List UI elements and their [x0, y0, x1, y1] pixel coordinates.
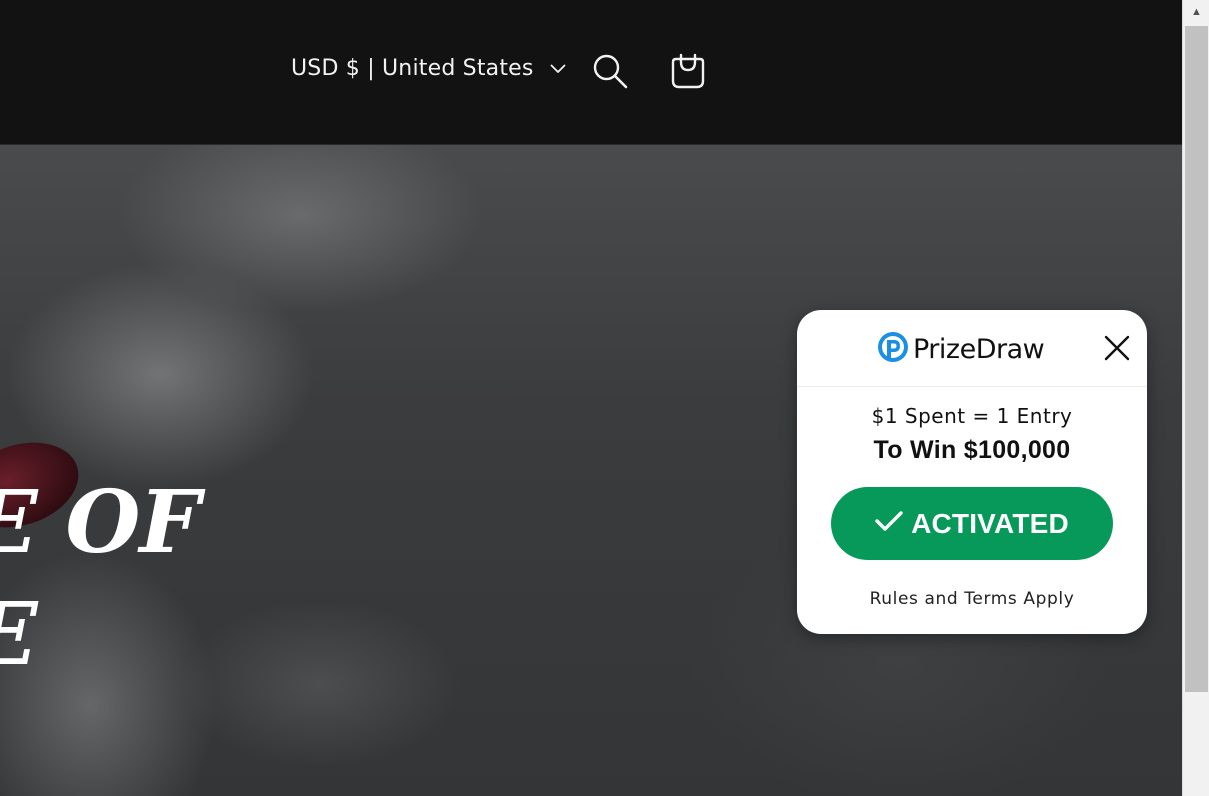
entry-rate-text: $1 Spent = 1 Entry [871, 404, 1073, 428]
prizedraw-popup: PrizeDraw $1 Spent = 1 Entry To Win $100… [797, 310, 1147, 634]
vertical-scrollbar[interactable]: ▲ [1182, 0, 1209, 796]
scrollbar-thumb[interactable] [1185, 26, 1208, 692]
activated-label: ACTIVATED [911, 507, 1069, 539]
cart-button[interactable] [669, 50, 707, 90]
checkmark-icon [875, 510, 903, 537]
scroll-up-arrow-icon[interactable]: ▲ [1183, 0, 1209, 24]
rules-and-terms-link[interactable]: Rules and Terms Apply [797, 589, 1147, 609]
prizedraw-logo-icon [877, 331, 909, 368]
prizedraw-header: PrizeDraw [797, 310, 1147, 387]
search-button[interactable] [592, 53, 628, 89]
cart-icon [669, 53, 707, 94]
search-icon [592, 54, 628, 93]
currency-country-selector[interactable]: USD $ | United States [291, 56, 566, 81]
site-header: USD $ | United States [0, 0, 1182, 145]
hero-heading: E OF E [0, 472, 200, 685]
prizedraw-logo: PrizeDraw [877, 331, 1045, 368]
close-button[interactable] [1103, 334, 1131, 362]
chevron-down-icon [550, 64, 566, 74]
currency-label: USD $ | United States [291, 56, 534, 81]
close-icon [1103, 335, 1131, 366]
activated-button[interactable]: ACTIVATED [831, 487, 1113, 560]
prizedraw-brand-name: PrizeDraw [913, 334, 1045, 365]
page-viewport: USD $ | United States OF PrizeDraw $1 Sp… [0, 0, 1182, 796]
prize-amount-text: To Win $100,000 [873, 436, 1071, 464]
